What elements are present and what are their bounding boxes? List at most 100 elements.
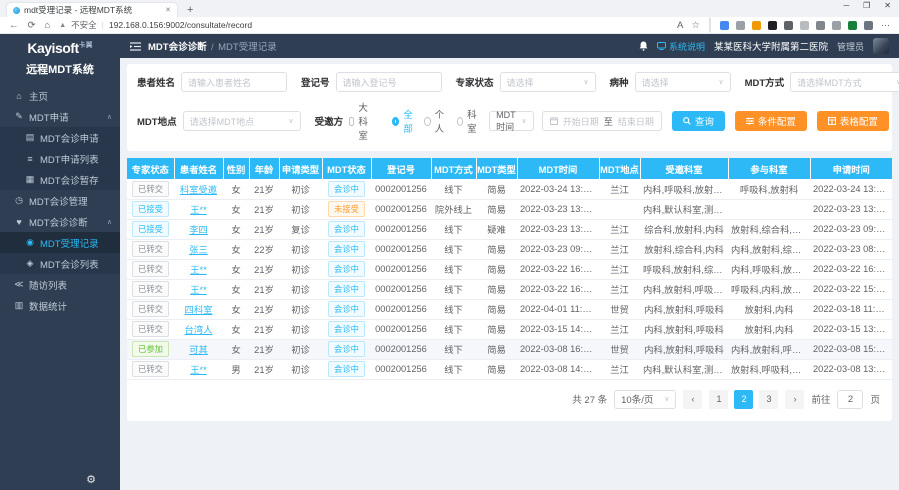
gender-cell: 女 (223, 319, 249, 339)
prev-page-button[interactable]: ‹ (683, 390, 702, 409)
reg-no-cell: 0002001256 (371, 239, 431, 259)
time-field-select[interactable]: MDT时间∨ (489, 111, 534, 131)
home-icon[interactable]: ⌂ (44, 20, 50, 31)
sidebar-item-home[interactable]: ⌂主页 (0, 85, 120, 106)
maximize-icon[interactable]: ❐ (863, 1, 870, 10)
bell-icon[interactable] (639, 41, 648, 51)
patient-name-link[interactable]: 台湾人 (185, 325, 213, 335)
extension-icon[interactable] (736, 21, 745, 30)
extension-icon[interactable] (752, 21, 761, 30)
patient-name-link[interactable]: 可其 (189, 345, 208, 355)
column-header: MDT类型 (476, 158, 517, 179)
invitee-radio-个人[interactable]: 个人 (424, 107, 447, 135)
back-icon[interactable]: ← (9, 20, 19, 31)
gender-cell: 女 (223, 339, 249, 359)
favorite-star-icon[interactable]: ☆ (691, 20, 700, 31)
system-note-button[interactable]: 系统说明 (657, 40, 705, 53)
patient-name-link[interactable]: 王** (190, 205, 207, 215)
invitee-radio-全部[interactable]: 全部 (392, 107, 415, 135)
page-button-2[interactable]: 2 (734, 390, 753, 409)
patient-name-link[interactable]: 四科室 (185, 305, 213, 315)
patient-name-input[interactable]: 请输入患者姓名 (181, 72, 287, 92)
big-dept-checkbox[interactable] (349, 117, 354, 126)
table-config-button[interactable]: 表格配置 (817, 111, 889, 131)
search-button[interactable]: 查询 (672, 111, 725, 131)
extension-icon[interactable] (720, 21, 729, 30)
app-shell: Kayisoft卡翼 远程MDT系统 ⌂主页✎MDT申请∧▤MDT会诊申请≡MD… (0, 34, 899, 490)
status-cell: 王** (174, 199, 223, 219)
expert-status-select[interactable]: 请选择∨ (500, 72, 596, 92)
browser-window: mdt受理记录 - 远程MDT系统 ✕ + ─ ❐ ✕ ← ⟳ ⌂ ▲ 不安全 … (0, 0, 899, 490)
sidebar-item-mdt-apply-list[interactable]: ≡MDT申请列表 (0, 148, 120, 169)
extension-icon[interactable] (816, 21, 825, 30)
apply-type-cell: 初诊 (279, 339, 322, 359)
mdt-status-tag: 会诊中 (328, 301, 365, 317)
reg-no-input[interactable]: 请输入登记号 (336, 72, 442, 92)
invitee-radio-科室[interactable]: 科室 (457, 107, 480, 135)
extension-icon[interactable] (768, 21, 777, 30)
reg-no-cell: 0002001256 (371, 199, 431, 219)
page-button-1[interactable]: 1 (709, 390, 728, 409)
url-field[interactable]: ▲ 不安全 | 192.168.0.156:9002/consultate/re… (59, 19, 252, 31)
gender-cell: 女 (223, 179, 249, 199)
extension-icon[interactable] (832, 21, 841, 30)
status-cell: 已接受 (127, 219, 174, 239)
sidebar-item-mdt-record[interactable]: ◉MDT受理记录 (0, 232, 120, 253)
apply-time-cell: 2022-03-22 15:57:03 (810, 279, 892, 299)
sidebar-item-mdt-diagnose[interactable]: ♥MDT会诊诊断∧ (0, 211, 120, 232)
mdt-place-cell: 世贸 (599, 299, 640, 319)
user-avatar[interactable] (873, 38, 889, 54)
radio-icon (424, 117, 430, 126)
browser-tab[interactable]: mdt受理记录 - 远程MDT系统 ✕ (6, 2, 178, 17)
refresh-icon[interactable]: ⟳ (28, 20, 36, 31)
condition-config-button[interactable]: 条件配置 (735, 111, 807, 131)
patient-name-link[interactable]: 王** (190, 365, 207, 375)
status-cell: 未接受 (322, 199, 371, 219)
read-aloud-icon[interactable]: A (677, 20, 683, 31)
settings-gear-icon[interactable]: ⚙ (86, 473, 96, 486)
patient-name-link[interactable]: 科室受邀 (180, 185, 217, 195)
sidebar-item-mdt-consult-apply[interactable]: ▤MDT会诊申请 (0, 127, 120, 148)
disease-select[interactable]: 请选择∨ (635, 72, 731, 92)
mdt-mode-select[interactable]: 请选择MDT方式∨ (790, 72, 899, 92)
mdt-place-select[interactable]: 请选择MDT地点∨ (183, 111, 301, 131)
collapse-sidebar-icon[interactable] (130, 42, 141, 51)
sidebar-item-mdt-consult-draft[interactable]: ▦MDT会诊暂存 (0, 169, 120, 190)
sidebar-item-mdt-manage[interactable]: ◷MDT会诊管理 (0, 190, 120, 211)
status-cell: 会诊中 (322, 239, 371, 259)
tab-close-icon[interactable]: ✕ (165, 6, 171, 14)
extension-icon[interactable] (848, 21, 857, 30)
extension-icon[interactable] (800, 21, 809, 30)
disease-label: 病种 (610, 75, 629, 89)
shield-icon: ◈ (24, 258, 36, 269)
page-size-select[interactable]: 10条/页 ∨ (614, 390, 676, 409)
edit-icon: ✎ (13, 111, 25, 122)
sidebar-item-mdt-consult-list[interactable]: ◈MDT会诊列表 (0, 253, 120, 274)
page-button-3[interactable]: 3 (759, 390, 778, 409)
new-tab-button[interactable]: + (187, 3, 193, 17)
tab-title: mdt受理记录 - 远程MDT系统 (24, 4, 161, 16)
close-icon[interactable]: ✕ (884, 1, 891, 10)
goto-page-input[interactable]: 2 (837, 390, 863, 409)
date-range-picker[interactable]: 开始日期 至 结束日期 (542, 111, 662, 131)
sidebar-item-data-stats[interactable]: ▥数据统计 (0, 295, 120, 316)
mdt-type-cell: 简易 (476, 259, 517, 279)
patient-name-link[interactable]: 张三 (189, 245, 208, 255)
patient-name-link[interactable]: 王** (190, 265, 207, 275)
chevron-up-icon: ∧ (107, 218, 112, 226)
patient-name-link[interactable]: 李四 (189, 225, 208, 235)
table-row: 已转交科室受邀女21岁初诊会诊中0002001256线下简易2022-03-24… (127, 179, 892, 199)
apply-time-cell: 2022-03-23 13:41:45 (810, 199, 892, 219)
mdt-status-tag: 会诊中 (328, 321, 365, 337)
reg-no-cell: 0002001256 (371, 319, 431, 339)
extension-icon[interactable] (784, 21, 793, 30)
extension-icon[interactable] (864, 21, 873, 30)
sidebar-item-mdt-apply[interactable]: ✎MDT申请∧ (0, 106, 120, 127)
next-page-button[interactable]: › (785, 390, 804, 409)
mdt-mode-cell: 线下 (431, 279, 476, 299)
more-menu-icon[interactable]: ⋯ (881, 20, 890, 31)
minimize-icon[interactable]: ─ (843, 1, 849, 10)
patient-name-link[interactable]: 王** (190, 285, 207, 295)
chevron-down-icon: ∨ (522, 117, 527, 125)
sidebar-item-followup-list[interactable]: ≪随访列表 (0, 274, 120, 295)
